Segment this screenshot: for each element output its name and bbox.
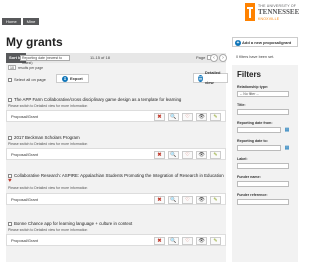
- item-type: Proposal/Grant: [11, 197, 38, 202]
- view-icon: ☰: [198, 74, 203, 82]
- sidebar: + Add a new proposal/grant 0 filters hav…: [232, 37, 298, 262]
- eye-icon[interactable]: 👁: [196, 237, 207, 245]
- logo-line-3: KNOXVILLE: [258, 17, 280, 21]
- date-from-label: Reporting date from:: [237, 121, 273, 125]
- relationship-label: Relationship type:: [237, 85, 269, 89]
- label-filter-label: Label:: [237, 157, 248, 161]
- funder-ref-input[interactable]: [237, 199, 289, 205]
- breadcrumb-home[interactable]: Home: [2, 18, 21, 25]
- favorite-icon[interactable]: ♡: [182, 237, 193, 245]
- item-description: Please switch to Detailed view for more …: [8, 142, 88, 146]
- title-filter-input[interactable]: [237, 109, 289, 115]
- item-title[interactable]: Collaborative Research: ASPIRE: Appalach…: [14, 173, 224, 178]
- page-title: My grants: [6, 35, 63, 49]
- item-type: Proposal/Grant: [11, 152, 38, 157]
- favorite-icon[interactable]: ♡: [182, 151, 193, 159]
- search-icon[interactable]: 🔍: [168, 113, 179, 121]
- item-checkbox[interactable]: [8, 97, 12, 102]
- logo-line-2: TENNESSEE: [258, 8, 300, 16]
- result-range: 11-15 of 18: [90, 55, 110, 60]
- item-action-row: Proposal/Grant ✖ 🔍 ♡ 👁 ✎: [6, 148, 226, 160]
- add-grant-label: Add a new proposal/grant: [242, 40, 292, 45]
- calendar-icon[interactable]: ▦: [284, 145, 290, 151]
- remove-icon[interactable]: ✖: [154, 196, 165, 204]
- date-to-label: Reporting date to:: [237, 139, 268, 143]
- item-title[interactable]: Bonne Chance app for learning language +…: [14, 221, 132, 226]
- item-action-row: Proposal/Grant ✖ 🔍 ♡ 👁 ✎: [6, 234, 226, 246]
- favorite-icon[interactable]: ♡: [182, 196, 193, 204]
- item-checkbox[interactable]: [8, 135, 12, 140]
- item-checkbox[interactable]: [8, 173, 12, 178]
- calendar-icon[interactable]: ▦: [284, 127, 290, 133]
- university-logo[interactable]: THE UNIVERSITY OF TENNESSEE KNOXVILLE: [245, 2, 299, 24]
- select-all-checkbox[interactable]: [8, 77, 12, 82]
- select-all-label: Select all on page: [14, 77, 46, 82]
- filters-title: Filters: [237, 70, 262, 79]
- tag-icon[interactable]: ✎: [210, 151, 221, 159]
- relationship-select[interactable]: -- No filter --: [237, 91, 289, 97]
- filters-panel: Filters Relationship type: -- No filter …: [232, 65, 298, 262]
- title-filter-label: Title:: [237, 103, 246, 107]
- tag-icon[interactable]: ✎: [210, 196, 221, 204]
- search-icon[interactable]: 🔍: [168, 237, 179, 245]
- header: Home Mine THE UNIVERSITY OF TENNESSEE KN…: [0, 0, 300, 28]
- funder-name-input[interactable]: [237, 181, 289, 187]
- export-label: Export: [70, 76, 83, 81]
- next-page-button[interactable]: ›: [219, 54, 227, 62]
- remove-icon[interactable]: ✖: [154, 237, 165, 245]
- per-page-bar: 10 results per page: [6, 64, 226, 72]
- eye-icon[interactable]: 👁: [196, 196, 207, 204]
- detailed-view-button[interactable]: ☰ Detailed view: [193, 70, 228, 85]
- item-description: Please switch to Detailed view for more …: [8, 104, 88, 108]
- item-action-row: Proposal/Grant ✖ 🔍 ♡ 👁 ✎: [6, 110, 226, 122]
- eye-icon[interactable]: 👁: [196, 151, 207, 159]
- funder-ref-label: Funder reference:: [237, 193, 268, 197]
- tag-icon[interactable]: ✎: [210, 237, 221, 245]
- prev-page-button[interactable]: ‹: [210, 54, 218, 62]
- sort-toolbar: Sort by Reporting date (newest to oldest…: [6, 53, 227, 65]
- per-page-label: results per page: [18, 66, 44, 70]
- favorite-icon[interactable]: ♡: [182, 113, 193, 121]
- detailed-view-label: Detailed view: [204, 70, 221, 85]
- page-label: Page: [196, 55, 206, 60]
- remove-icon[interactable]: ✖: [154, 113, 165, 121]
- item-type: Proposal/Grant: [11, 238, 38, 243]
- date-to-input[interactable]: [237, 145, 281, 151]
- eye-icon[interactable]: 👁: [196, 113, 207, 121]
- item-description: Please switch to Detailed view for more …: [8, 186, 88, 190]
- funder-name-label: Funder name:: [237, 175, 261, 179]
- breadcrumb: Home Mine: [2, 18, 40, 25]
- item-checkbox[interactable]: [8, 221, 12, 226]
- item-action-row: Proposal/Grant ✖ 🔍 ♡ 👁 ✎: [6, 193, 226, 205]
- plus-icon: +: [235, 40, 241, 46]
- label-filter-input[interactable]: [237, 163, 289, 169]
- add-grant-button[interactable]: + Add a new proposal/grant: [232, 37, 298, 47]
- search-icon[interactable]: 🔍: [168, 151, 179, 159]
- search-icon[interactable]: 🔍: [168, 196, 179, 204]
- export-button[interactable]: ⇩ Export: [56, 74, 89, 83]
- favorited-heart-icon: ♥: [8, 178, 12, 184]
- item-title[interactable]: The APP Farm Collaborative/cross discipl…: [14, 97, 181, 102]
- tag-icon[interactable]: ✎: [210, 113, 221, 121]
- item-type: Proposal/Grant: [11, 114, 38, 119]
- power-t-icon: [245, 3, 255, 21]
- results-panel: Sort by Reporting date (newest to oldest…: [6, 53, 228, 262]
- item-title[interactable]: 2017 Beckman Scholars Program: [14, 135, 80, 140]
- date-from-input[interactable]: [237, 127, 281, 133]
- sort-select[interactable]: Reporting date (newest to oldest): [20, 55, 70, 65]
- filter-status: 0 filters have been set.: [236, 55, 275, 59]
- remove-icon[interactable]: ✖: [154, 151, 165, 159]
- item-description: Please switch to Detailed view for more …: [8, 228, 88, 232]
- export-icon: ⇩: [62, 75, 68, 82]
- select-all[interactable]: Select all on page: [8, 77, 46, 82]
- per-page-select[interactable]: 10: [8, 65, 16, 70]
- breadcrumb-current[interactable]: Mine: [22, 18, 40, 25]
